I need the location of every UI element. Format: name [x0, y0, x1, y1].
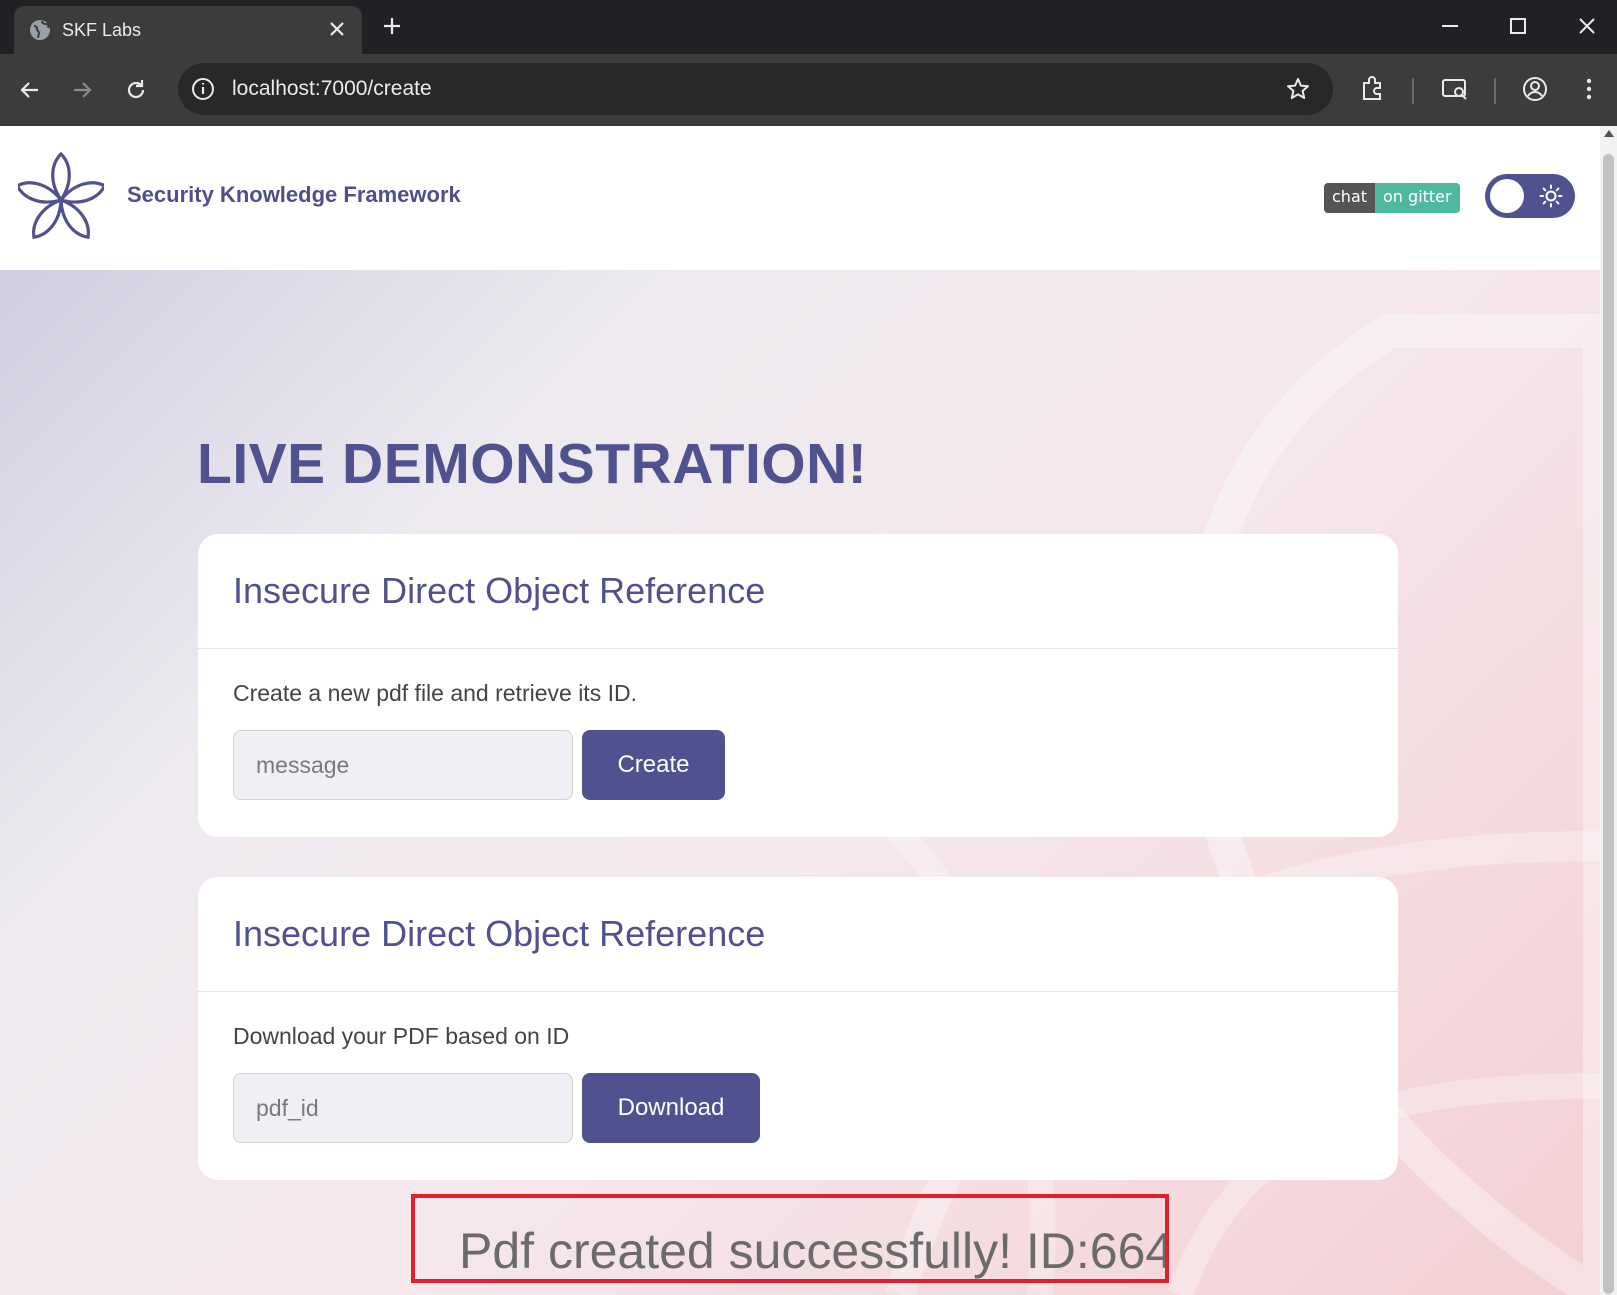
toolbar-divider	[1412, 78, 1414, 104]
address-bar[interactable]: localhost:7000/create	[178, 63, 1333, 115]
badge-label: chat	[1324, 183, 1376, 213]
card-description: Create a new pdf file and retrieve its I…	[233, 680, 637, 706]
download-pdf-card: Insecure Direct Object Reference Downloa…	[198, 877, 1398, 1180]
result-message-box: Pdf created successfully! ID:664	[411, 1194, 1169, 1283]
back-icon[interactable]	[16, 76, 44, 104]
card-title: Insecure Direct Object Reference	[233, 913, 766, 954]
page-viewport[interactable]: Security Knowledge Framework chat on git…	[0, 126, 1600, 1295]
screen-search-icon[interactable]	[1440, 74, 1470, 104]
profile-icon[interactable]	[1520, 74, 1550, 104]
browser-tab[interactable]: SKF Labs	[14, 6, 362, 54]
tab-title: SKF Labs	[62, 20, 142, 40]
page-title: LIVE DEMONSTRATION!	[197, 432, 868, 496]
reload-icon[interactable]	[122, 76, 150, 104]
browser-toolbar: localhost:7000/create	[0, 54, 1617, 126]
site-header: Security Knowledge Framework chat on git…	[0, 126, 1600, 270]
toggle-knob	[1490, 179, 1524, 213]
message-input[interactable]	[233, 730, 573, 800]
close-icon[interactable]	[326, 18, 348, 40]
card-divider	[198, 991, 1398, 992]
scroll-up-arrow-icon[interactable]	[1604, 130, 1614, 137]
browser-tab-strip: SKF Labs	[0, 0, 1617, 54]
badge-value: on gitter	[1375, 183, 1460, 213]
download-button[interactable]: Download	[582, 1073, 760, 1143]
card-description: Download your PDF based on ID	[233, 1023, 570, 1049]
toolbar-divider	[1494, 78, 1496, 104]
info-icon[interactable]	[190, 76, 216, 102]
close-window-icon[interactable]	[1575, 14, 1599, 38]
menu-dots-icon[interactable]	[1574, 74, 1604, 104]
extensions-icon[interactable]	[1358, 74, 1388, 104]
brand-name[interactable]: Security Knowledge Framework	[127, 182, 461, 208]
create-button[interactable]: Create	[582, 730, 725, 800]
pdf-id-input[interactable]	[233, 1073, 573, 1143]
globe-icon	[30, 20, 50, 40]
gitter-chat-badge[interactable]: chat on gitter	[1324, 183, 1460, 213]
result-message: Pdf created successfully! ID:664	[459, 1223, 1169, 1279]
plus-icon[interactable]	[380, 14, 404, 38]
page-scrollbar[interactable]	[1600, 126, 1617, 1295]
scrollbar-thumb[interactable]	[1603, 154, 1614, 1294]
sun-icon	[1539, 184, 1563, 208]
url-text: localhost:7000/create	[232, 77, 432, 100]
flower-logo-icon[interactable]	[18, 148, 104, 248]
forward-icon[interactable]	[68, 76, 96, 104]
star-icon[interactable]	[1285, 76, 1311, 102]
card-divider	[198, 648, 1398, 649]
theme-toggle[interactable]	[1485, 174, 1575, 218]
maximize-icon[interactable]	[1506, 14, 1530, 38]
minimize-icon[interactable]	[1438, 14, 1462, 38]
card-title: Insecure Direct Object Reference	[233, 570, 766, 611]
create-pdf-card: Insecure Direct Object Reference Create …	[198, 534, 1398, 837]
